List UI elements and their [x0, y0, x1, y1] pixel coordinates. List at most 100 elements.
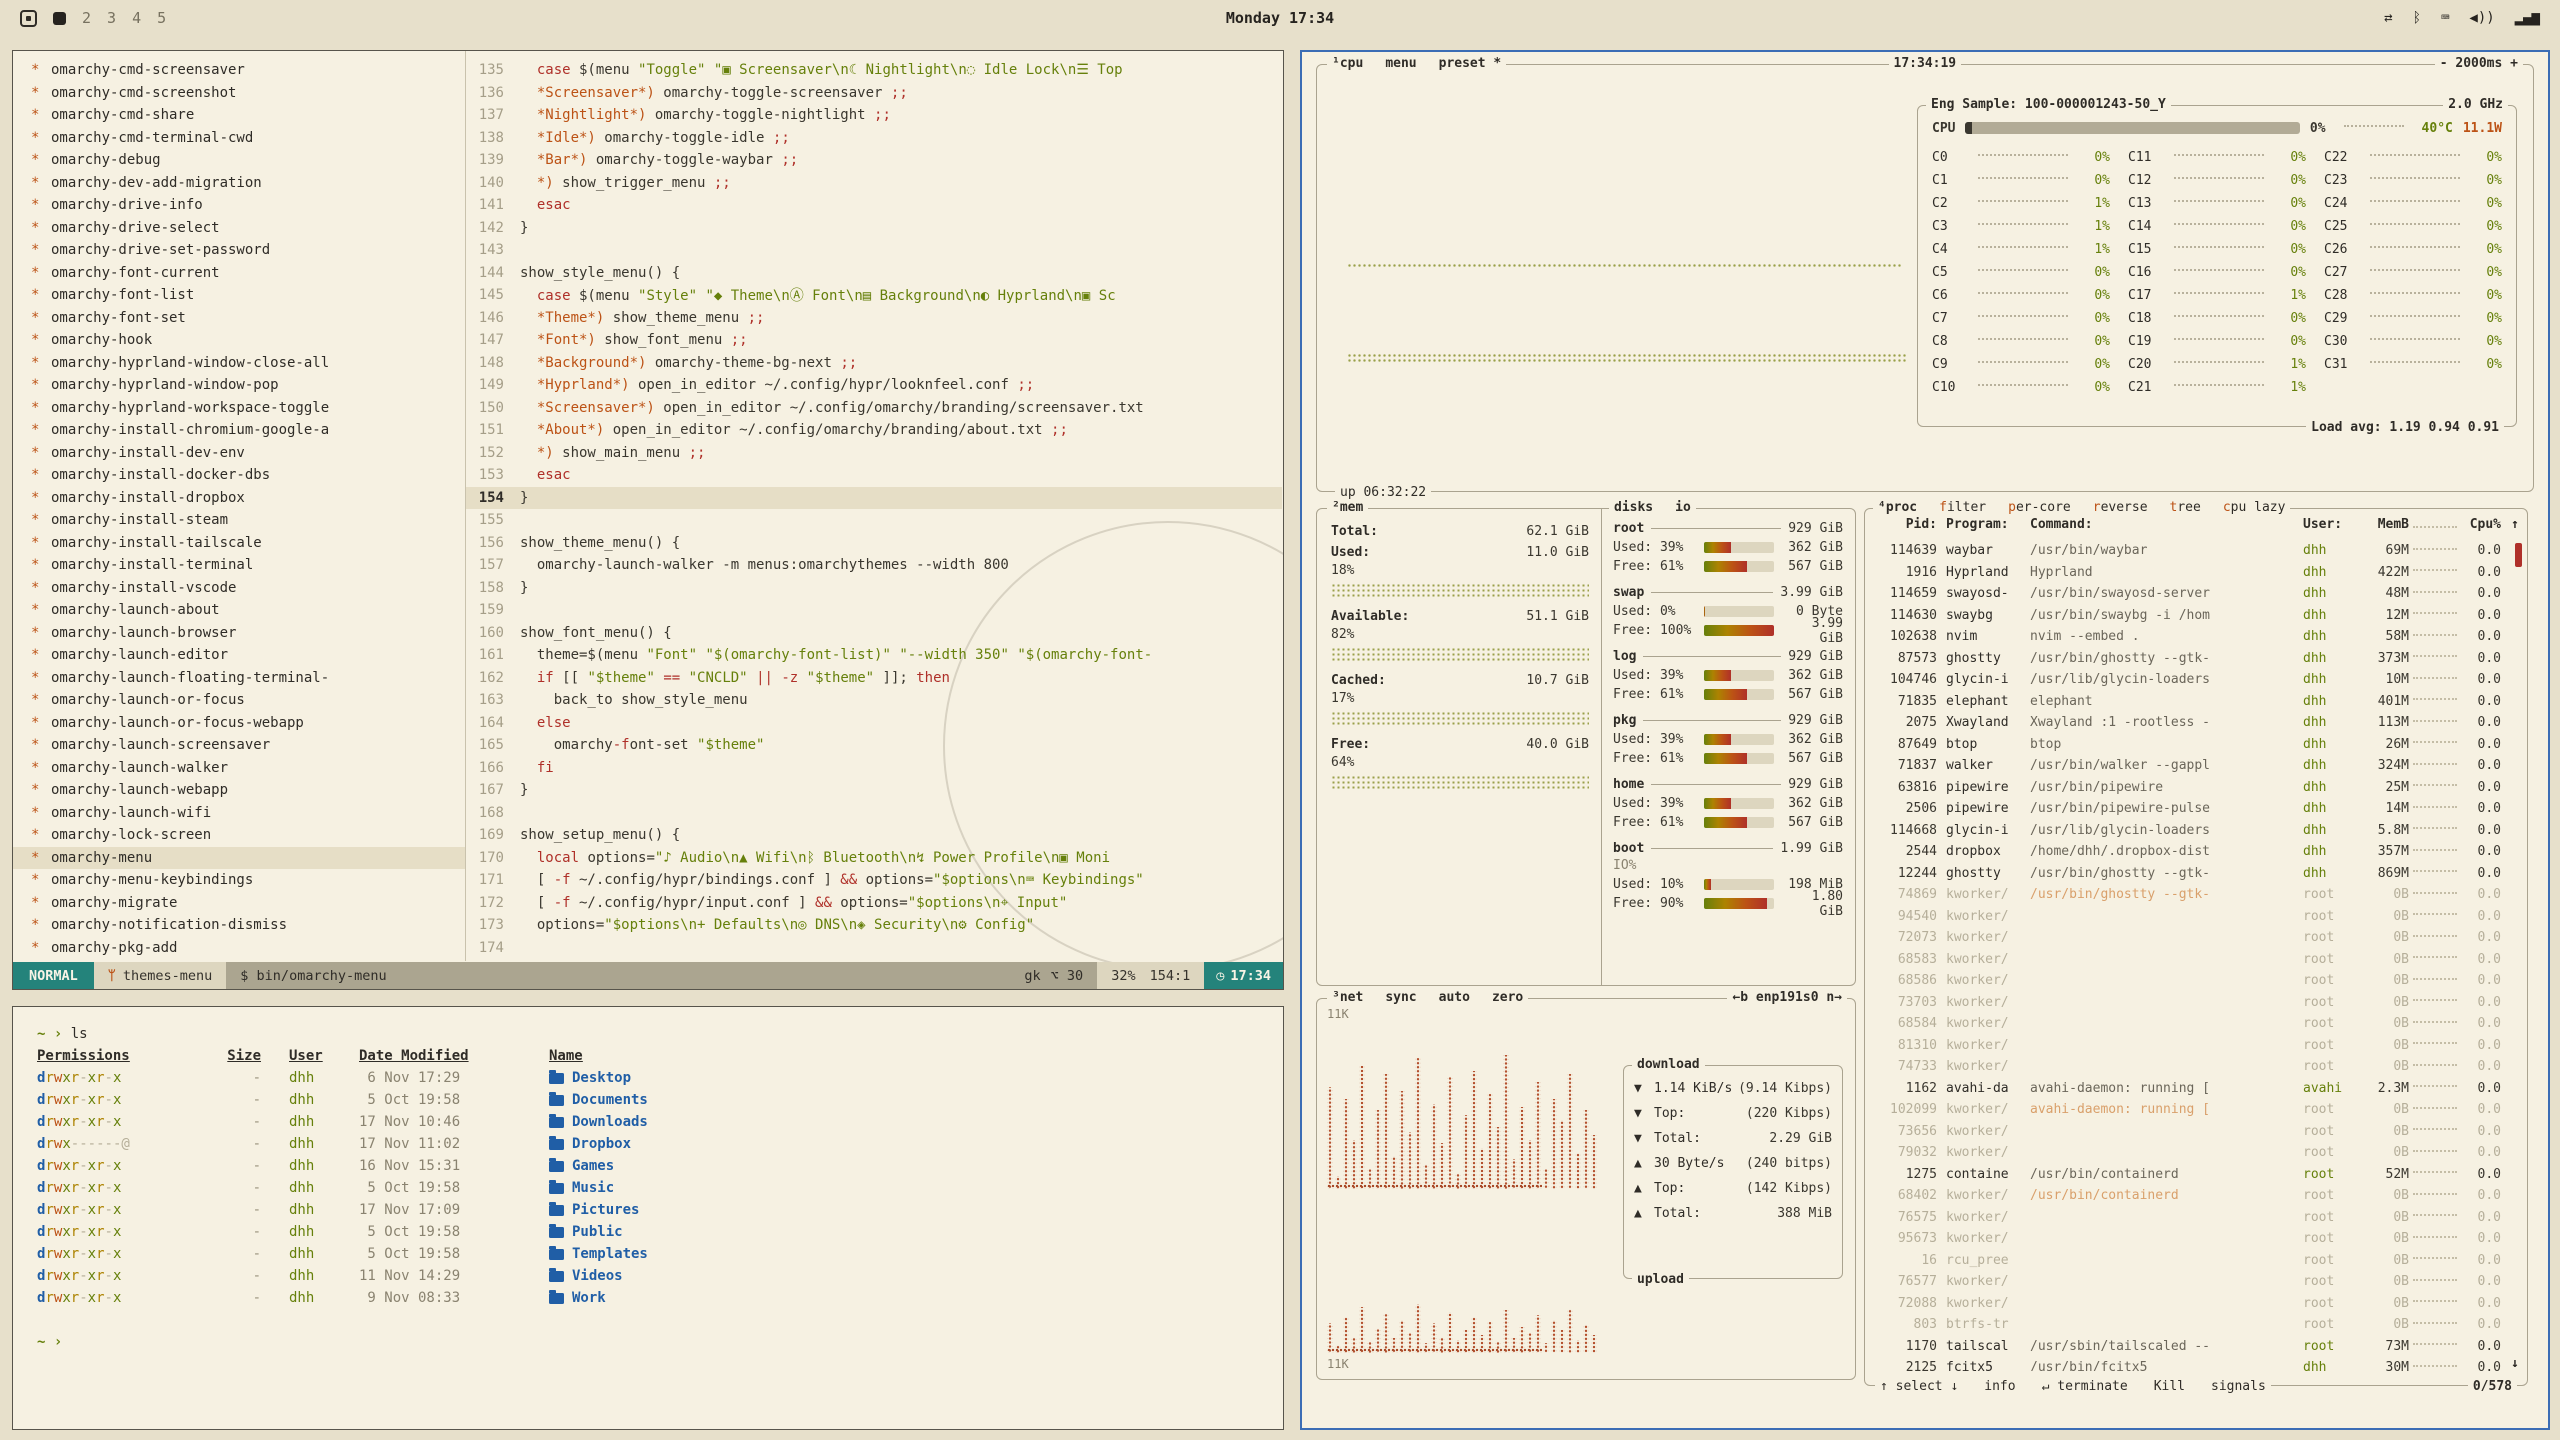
- terminal-window[interactable]: ~ › lsPermissionsSizeUserDate ModifiedNa…: [12, 1006, 1284, 1430]
- process-row[interactable]: 114668glycin-i/usr/lib/glycin-loadersdhh…: [1875, 820, 2501, 842]
- file-item[interactable]: *omarchy-dev-add-migration: [13, 172, 465, 195]
- process-table-header[interactable]: Pid:Program:Command:User:MemBCpu%: [1875, 517, 2501, 532]
- file-item[interactable]: *omarchy-launch-or-focus-webapp: [13, 712, 465, 735]
- btop-menu-button[interactable]: menu: [1385, 56, 1416, 71]
- file-item[interactable]: *omarchy-drive-set-password: [13, 239, 465, 262]
- process-row[interactable]: 114659swayosd-/usr/bin/swayosd-serverdhh…: [1875, 583, 2501, 605]
- workspace-5[interactable]: 5: [157, 9, 166, 27]
- app-launcher-icon[interactable]: [20, 10, 37, 27]
- file-item[interactable]: *omarchy-install-tailscale: [13, 532, 465, 555]
- proc-scrollbar-thumb[interactable]: [2515, 543, 2522, 567]
- process-row[interactable]: 76575kworker/root0B0.0: [1875, 1207, 2501, 1229]
- proc-option-reverse[interactable]: reverse: [2093, 500, 2148, 515]
- network-icon[interactable]: ▂▄▆: [2515, 10, 2540, 26]
- process-row[interactable]: 1916HyprlandHyprlanddhh422M0.0: [1875, 562, 2501, 584]
- file-item[interactable]: *omarchy-launch-floating-terminal-: [13, 667, 465, 690]
- file-item[interactable]: *omarchy-install-steam: [13, 509, 465, 532]
- header-command[interactable]: Command:: [2030, 517, 2303, 532]
- net-zero-toggle[interactable]: zero: [1492, 990, 1523, 1005]
- workspace-1-active[interactable]: [53, 12, 66, 25]
- process-row[interactable]: 68584kworker/root0B0.0: [1875, 1013, 2501, 1035]
- net-interface-selector[interactable]: ←b enp191s0 n→: [1727, 990, 1847, 1005]
- file-item[interactable]: *omarchy-install-terminal: [13, 554, 465, 577]
- process-row[interactable]: 71835elephantelephantdhh401M0.0: [1875, 691, 2501, 713]
- process-row[interactable]: 63816pipewire/usr/bin/pipewiredhh25M0.0: [1875, 777, 2501, 799]
- workspace-3[interactable]: 3: [107, 9, 116, 27]
- file-item[interactable]: *omarchy-drive-info: [13, 194, 465, 217]
- workspace-2[interactable]: 2: [82, 9, 91, 27]
- file-item[interactable]: *omarchy-install-dev-env: [13, 442, 465, 465]
- process-row[interactable]: 87573ghostty/usr/bin/ghostty --gtk-dhh37…: [1875, 648, 2501, 670]
- process-row[interactable]: 68402kworker//usr/bin/containerdroot0B0.…: [1875, 1185, 2501, 1207]
- process-row[interactable]: 1170tailscal/usr/sbin/tailscaled --root7…: [1875, 1336, 2501, 1358]
- file-item[interactable]: *omarchy-hyprland-window-pop: [13, 374, 465, 397]
- file-item[interactable]: *omarchy-font-set: [13, 307, 465, 330]
- process-row[interactable]: 68583kworker/root0B0.0: [1875, 949, 2501, 971]
- file-item[interactable]: *omarchy-lock-screen: [13, 824, 465, 847]
- file-item[interactable]: *omarchy-hook: [13, 329, 465, 352]
- editor-window[interactable]: *omarchy-cmd-screensaver*omarchy-cmd-scr…: [12, 50, 1284, 990]
- proc-footer-1[interactable]: info: [1984, 1379, 2015, 1394]
- file-item[interactable]: *omarchy-cmd-screenshot: [13, 82, 465, 105]
- net-auto-toggle[interactable]: auto: [1439, 990, 1470, 1005]
- proc-footer-3[interactable]: Kill: [2154, 1379, 2185, 1394]
- header-pid[interactable]: Pid:: [1875, 517, 1937, 532]
- process-row[interactable]: 79032kworker/root0B0.0: [1875, 1142, 2501, 1164]
- header-program[interactable]: Program:: [1946, 517, 2030, 532]
- process-row[interactable]: 76577kworker/root0B0.0: [1875, 1271, 2501, 1293]
- process-row[interactable]: 12244ghostty/usr/bin/ghostty --gtk-dhh86…: [1875, 863, 2501, 885]
- file-item[interactable]: *omarchy-cmd-share: [13, 104, 465, 127]
- process-row[interactable]: 74733kworker/root0B0.0: [1875, 1056, 2501, 1078]
- file-item[interactable]: *omarchy-drive-select: [13, 217, 465, 240]
- process-row[interactable]: 16rcu_preeroot0B0.0: [1875, 1250, 2501, 1272]
- process-row[interactable]: 2125fcitx5/usr/bin/fcitx5dhh30M0.0: [1875, 1357, 2501, 1371]
- file-item[interactable]: *omarchy-font-current: [13, 262, 465, 285]
- sort-direction-indicator[interactable]: ↑: [2511, 517, 2519, 532]
- proc-option-filter[interactable]: filter: [1939, 500, 1986, 515]
- file-item[interactable]: *omarchy-launch-walker: [13, 757, 465, 780]
- process-row[interactable]: 114639waybar/usr/bin/waybardhh69M0.0: [1875, 540, 2501, 562]
- bluetooth-icon[interactable]: ᛒ: [2413, 10, 2421, 26]
- process-row[interactable]: 94540kworker/root0B0.0: [1875, 906, 2501, 928]
- screencast-icon[interactable]: ⇄: [2384, 10, 2392, 26]
- header-user[interactable]: User:: [2303, 517, 2357, 532]
- btop-preset-button[interactable]: preset *: [1439, 56, 1502, 71]
- file-item[interactable]: *omarchy-install-dropbox: [13, 487, 465, 510]
- file-item[interactable]: *omarchy-launch-editor: [13, 644, 465, 667]
- io-toggle[interactable]: io: [1675, 500, 1691, 515]
- file-item[interactable]: *omarchy-launch-screensaver: [13, 734, 465, 757]
- process-row[interactable]: 2544dropbox/home/dhh/.dropbox-distdhh357…: [1875, 841, 2501, 863]
- shell-prompt-line[interactable]: ~ ›: [37, 1331, 1259, 1353]
- process-row[interactable]: 1162avahi-daavahi-daemon: running [avahi…: [1875, 1078, 2501, 1100]
- file-item[interactable]: *omarchy-font-list: [13, 284, 465, 307]
- file-item[interactable]: *omarchy-launch-or-focus: [13, 689, 465, 712]
- file-item[interactable]: *omarchy-hyprland-window-close-all: [13, 352, 465, 375]
- file-item[interactable]: *omarchy-launch-browser: [13, 622, 465, 645]
- process-row[interactable]: 114630swaybg/usr/bin/swaybg -i /homdhh12…: [1875, 605, 2501, 627]
- file-item[interactable]: *omarchy-migrate: [13, 892, 465, 915]
- proc-footer-4[interactable]: signals: [2211, 1379, 2266, 1394]
- file-item[interactable]: *omarchy-cmd-terminal-cwd: [13, 127, 465, 150]
- btop-window[interactable]: ¹cpu menu preset * 17:34:19 - 2000ms + E…: [1300, 50, 2550, 1430]
- file-item[interactable]: *omarchy-menu: [13, 847, 465, 870]
- volume-icon[interactable]: ◀)): [2469, 10, 2494, 26]
- process-row[interactable]: 102638nvimnvim --embed .dhh58M0.0: [1875, 626, 2501, 648]
- file-item[interactable]: *omarchy-install-vscode: [13, 577, 465, 600]
- file-item[interactable]: *omarchy-debug: [13, 149, 465, 172]
- process-row[interactable]: 68586kworker/root0B0.0: [1875, 970, 2501, 992]
- process-row[interactable]: 87649btopbtopdhh26M0.0: [1875, 734, 2501, 756]
- process-row[interactable]: 71837walker/usr/bin/walker --gappldhh324…: [1875, 755, 2501, 777]
- file-item[interactable]: *omarchy-install-docker-dbs: [13, 464, 465, 487]
- process-row[interactable]: 73703kworker/root0B0.0: [1875, 992, 2501, 1014]
- file-item[interactable]: *omarchy-pkg-add: [13, 937, 465, 960]
- file-item[interactable]: *omarchy-hyprland-workspace-toggle: [13, 397, 465, 420]
- proc-footer-0[interactable]: ↑ select ↓: [1880, 1379, 1958, 1394]
- workspace-4[interactable]: 4: [132, 9, 141, 27]
- code-pane[interactable]: 135 case $(menu "Toggle" "▣ Screensaver\…: [466, 59, 1282, 961]
- file-item[interactable]: *omarchy-launch-wifi: [13, 802, 465, 825]
- file-item[interactable]: *omarchy-launch-webapp: [13, 779, 465, 802]
- process-row[interactable]: 81310kworker/root0B0.0: [1875, 1035, 2501, 1057]
- file-item[interactable]: *omarchy-install-chromium-google-a: [13, 419, 465, 442]
- proc-option-cpu-lazy[interactable]: cpu lazy: [2223, 500, 2286, 515]
- process-row[interactable]: 95673kworker/root0B0.0: [1875, 1228, 2501, 1250]
